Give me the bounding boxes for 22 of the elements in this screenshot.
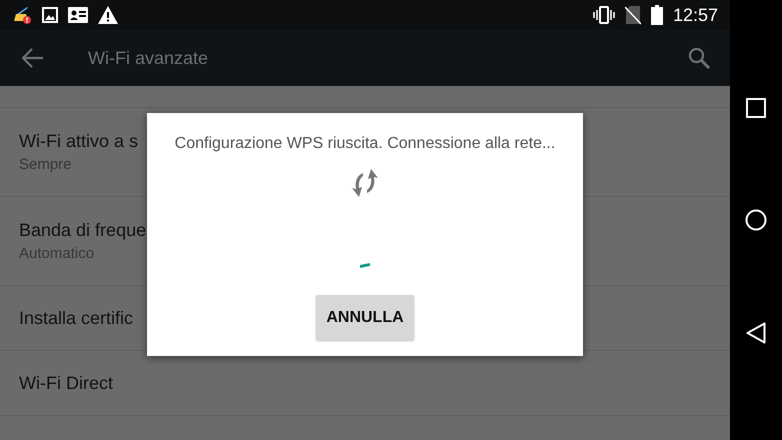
warning-icon [98, 6, 118, 24]
setting-title: Wi-Fi attivo a s [19, 131, 138, 152]
sync-icon [349, 167, 381, 199]
cleaner-icon [12, 5, 32, 25]
search-icon[interactable] [688, 47, 710, 69]
back-arrow-icon[interactable] [22, 48, 44, 68]
progress-spinner [359, 263, 371, 269]
battery-icon [650, 5, 663, 25]
setting-title: Installa certific [19, 308, 134, 328]
screen-title: Wi-Fi avanzate [88, 48, 210, 68]
contact-card-icon [68, 7, 88, 23]
setting-title: Banda di freque [19, 220, 146, 241]
recent-apps-icon[interactable] [746, 98, 766, 118]
clock-time: 12:57 [672, 4, 718, 26]
cancel-button[interactable]: ANNULLA [316, 295, 414, 340]
back-icon[interactable] [746, 322, 766, 344]
image-icon [42, 7, 58, 23]
vibrate-icon [592, 6, 615, 24]
no-sim-icon [624, 5, 641, 25]
dialog-message: Configurazione WPS riuscita. Connessione alla rete... [174, 135, 556, 153]
home-icon[interactable] [745, 208, 767, 231]
setting-title: Wi-Fi Direct [19, 372, 113, 394]
